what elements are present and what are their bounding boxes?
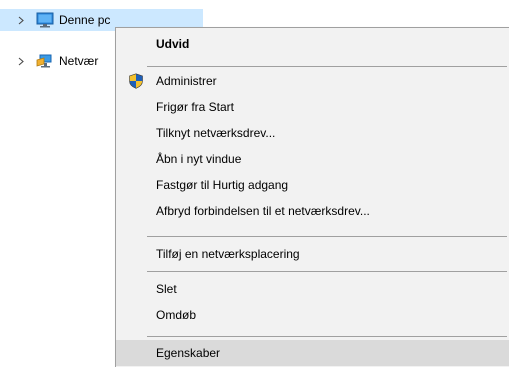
menu-item-fastgoer-til-hurtig-adgang[interactable]: Fastgør til Hurtig adgang [118,173,509,197]
menu-separator [147,236,507,237]
context-menu: Udvid Administrer Frigør fra Start Tilkn… [115,27,509,367]
menu-item-label: Administrer [156,74,217,88]
menu-item-tilknyt-netvaerksdrev[interactable]: Tilknyt netværksdrev... [118,121,509,145]
chevron-right-icon[interactable] [16,57,26,66]
menu-item-label: Tilføj en netværksplacering [156,247,300,261]
menu-item-afbryd-netvaerksdrev[interactable]: Afbryd forbindelsen til et netværksdrev.… [118,199,509,223]
tree-item-netvaerk[interactable]: Netvær [0,50,120,72]
menu-item-label: Frigør fra Start [156,100,235,114]
monitor-icon [36,12,54,28]
chevron-right-icon[interactable] [16,16,26,25]
menu-item-label: Udvid [156,37,190,51]
menu-separator [147,271,507,272]
menu-item-label: Åbn i nyt vindue [156,152,242,166]
network-icon [36,53,54,69]
menu-separator [147,66,507,67]
menu-item-tilfoej-netvaerksplacering[interactable]: Tilføj en netværksplacering [118,242,509,266]
menu-item-label: Omdøb [156,308,197,322]
uac-shield-icon [128,73,144,89]
menu-item-slet[interactable]: Slet [118,277,509,301]
menu-item-label: Egenskaber [156,346,221,360]
menu-item-frigoer-fra-start[interactable]: Frigør fra Start [118,95,509,119]
menu-item-label: Slet [156,282,177,296]
menu-separator [147,336,507,337]
menu-item-label: Tilknyt netværksdrev... [156,126,276,140]
menu-item-aabn-i-nyt-vindue[interactable]: Åbn i nyt vindue [118,147,509,171]
menu-item-omdoeb[interactable]: Omdøb [118,303,509,327]
menu-item-label: Fastgør til Hurtig adgang [156,178,289,192]
tree-item-label: Netvær [59,54,99,68]
menu-item-label: Afbryd forbindelsen til et netværksdrev.… [156,204,370,218]
menu-item-udvid[interactable]: Udvid [118,32,509,56]
menu-item-egenskaber[interactable]: Egenskaber [116,340,509,366]
tree-item-label: Denne pc [59,13,111,27]
menu-item-administrer[interactable]: Administrer [118,69,509,93]
